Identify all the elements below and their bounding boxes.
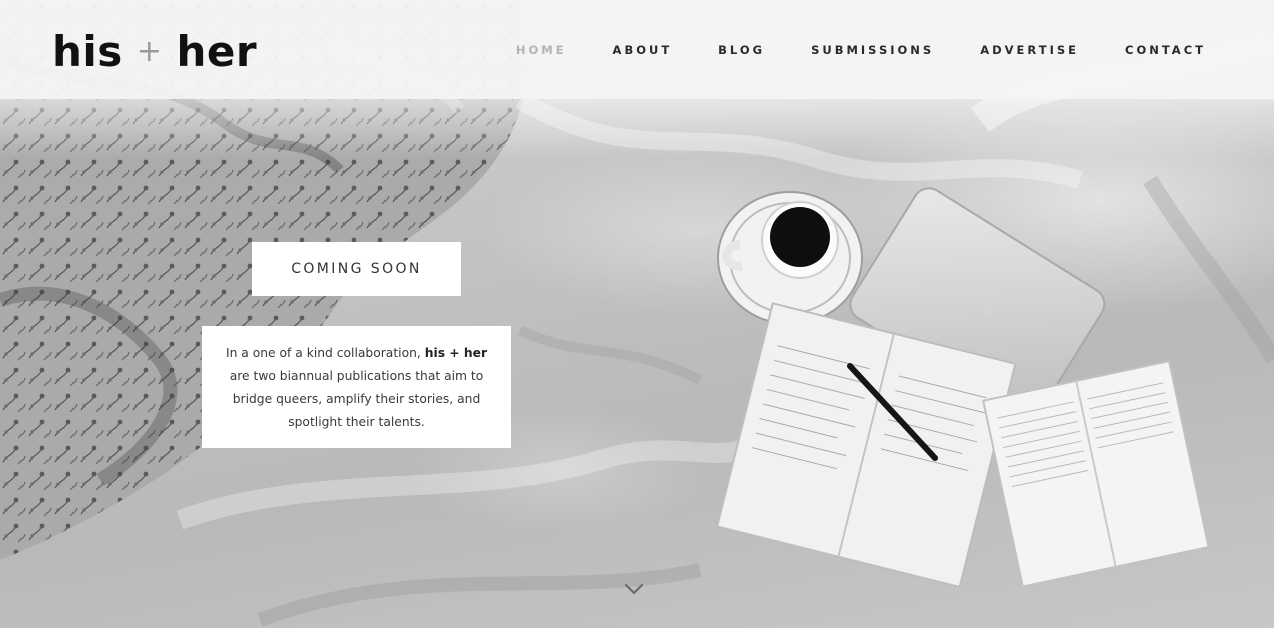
nav-contact[interactable]: CONTACT [1125, 43, 1206, 57]
intro-card: In a one of a kind collaboration, his + … [202, 326, 511, 448]
intro-text-bold: his + her [424, 346, 488, 360]
site-header: his + her HOME ABOUT BLOG SUBMISSIONS AD… [0, 0, 1274, 99]
nav-submissions[interactable]: SUBMISSIONS [811, 43, 934, 57]
logo-his: his [52, 26, 123, 76]
intro-text-before: In a one of a kind collaboration, [225, 346, 425, 360]
logo-plus: + [136, 33, 163, 69]
logo-her: her [176, 26, 258, 76]
nav-advertise[interactable]: ADVERTISE [980, 43, 1079, 57]
main-nav: HOME ABOUT BLOG SUBMISSIONS ADVERTISE CO… [470, 43, 1206, 57]
site-logo[interactable]: his + her [52, 26, 257, 76]
coming-soon-badge: COMING SOON [252, 242, 461, 296]
nav-blog[interactable]: BLOG [718, 43, 765, 57]
nav-about[interactable]: ABOUT [613, 43, 673, 57]
nav-home[interactable]: HOME [516, 43, 567, 57]
intro-text-after: are two biannual publications that aim t… [229, 369, 484, 429]
chevron-down-icon[interactable] [624, 582, 644, 596]
